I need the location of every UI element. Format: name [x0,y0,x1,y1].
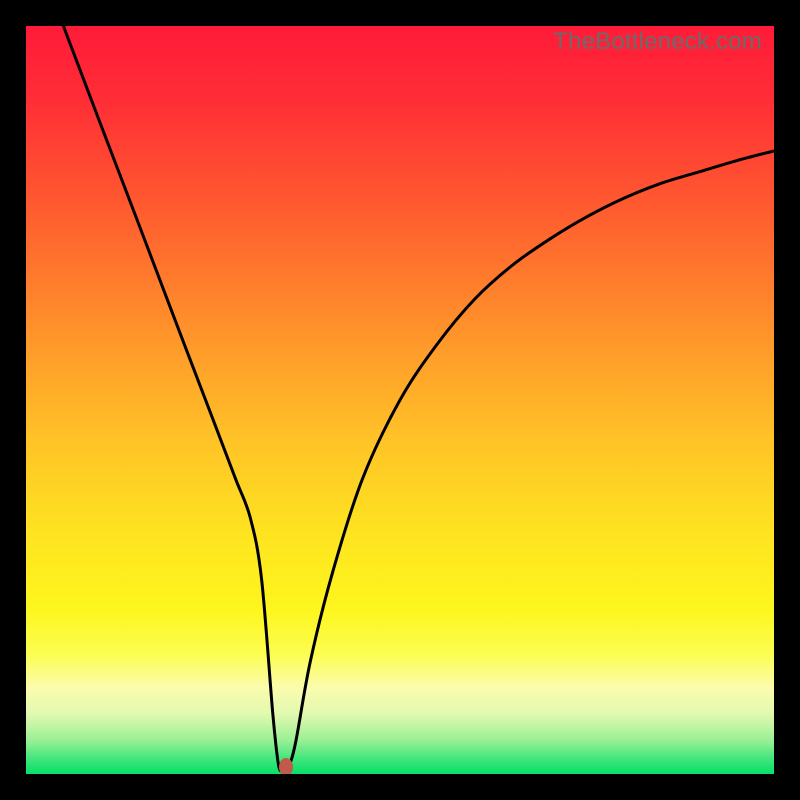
bottleneck-curve [26,26,774,774]
chart-frame: TheBottleneck.com [0,0,800,800]
plot-area: TheBottleneck.com [26,26,774,774]
optimal-point-marker [279,758,293,774]
